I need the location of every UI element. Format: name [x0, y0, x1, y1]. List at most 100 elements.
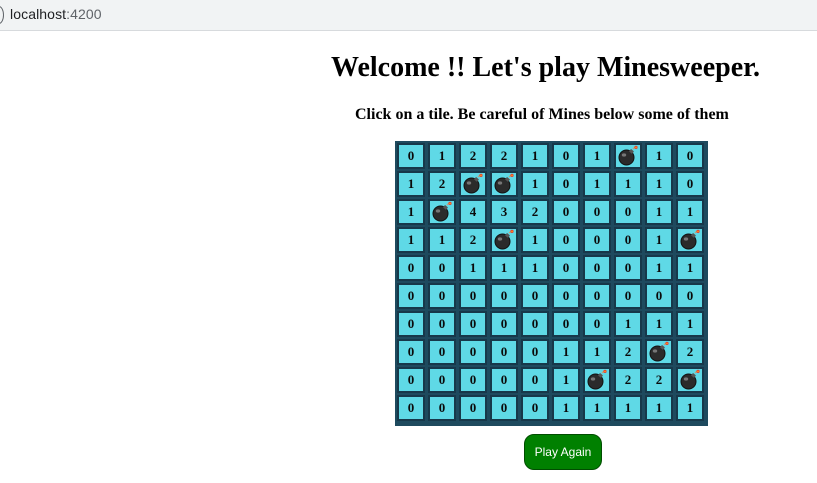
board-tile[interactable]: 0 [676, 143, 704, 169]
board-tile[interactable]: 1 [676, 311, 704, 337]
board-tile[interactable]: 0 [459, 339, 487, 365]
board-tile[interactable]: 1 [521, 143, 549, 169]
board-tile[interactable]: 1 [552, 339, 580, 365]
board-tile[interactable]: 0 [459, 311, 487, 337]
board-tile[interactable]: 1 [552, 395, 580, 421]
board-tile[interactable]: 4 [459, 199, 487, 225]
board-tile[interactable]: 1 [428, 143, 456, 169]
board-tile[interactable]: 0 [428, 283, 456, 309]
board-tile[interactable]: 1 [521, 227, 549, 253]
site-info-icon[interactable] [0, 6, 4, 24]
board-tile[interactable]: 0 [645, 283, 673, 309]
board-tile[interactable]: 2 [459, 227, 487, 253]
board-tile[interactable]: 0 [459, 283, 487, 309]
mine-tile[interactable] [676, 227, 704, 253]
board-tile[interactable]: 0 [428, 339, 456, 365]
mine-tile[interactable] [583, 367, 611, 393]
board-tile[interactable]: 1 [676, 199, 704, 225]
board-tile[interactable]: 0 [397, 395, 425, 421]
board-tile[interactable]: 0 [583, 255, 611, 281]
board-tile[interactable]: 1 [583, 395, 611, 421]
board-tile[interactable]: 0 [490, 311, 518, 337]
board-tile[interactable]: 0 [583, 283, 611, 309]
board-tile[interactable]: 0 [552, 143, 580, 169]
mine-tile[interactable] [490, 171, 518, 197]
board-tile[interactable]: 0 [676, 171, 704, 197]
board-tile[interactable]: 3 [490, 199, 518, 225]
board-tile[interactable]: 0 [614, 199, 642, 225]
board-tile[interactable]: 0 [676, 283, 704, 309]
board-tile[interactable]: 0 [490, 339, 518, 365]
board-tile[interactable]: 0 [521, 395, 549, 421]
board-tile[interactable]: 1 [583, 171, 611, 197]
board-tile[interactable]: 0 [490, 367, 518, 393]
board-tile[interactable]: 1 [583, 339, 611, 365]
board-tile[interactable]: 0 [490, 395, 518, 421]
board-tile[interactable]: 0 [428, 255, 456, 281]
board-tile[interactable]: 0 [521, 339, 549, 365]
board-tile[interactable]: 0 [614, 227, 642, 253]
board-tile[interactable]: 0 [397, 339, 425, 365]
board-tile[interactable]: 1 [614, 171, 642, 197]
board-tile[interactable]: 2 [490, 143, 518, 169]
board-tile[interactable]: 1 [583, 143, 611, 169]
board-tile[interactable]: 2 [459, 143, 487, 169]
board-tile[interactable]: 1 [521, 171, 549, 197]
board-tile[interactable]: 0 [397, 367, 425, 393]
board-tile[interactable]: 1 [645, 395, 673, 421]
board-tile[interactable]: 0 [552, 227, 580, 253]
board-tile[interactable]: 2 [614, 339, 642, 365]
board-tile[interactable]: 1 [490, 255, 518, 281]
board-tile[interactable]: 0 [521, 283, 549, 309]
board-tile[interactable]: 0 [552, 171, 580, 197]
board-tile[interactable]: 2 [614, 367, 642, 393]
board-tile[interactable]: 0 [397, 311, 425, 337]
board-tile[interactable]: 1 [397, 227, 425, 253]
board-tile[interactable]: 2 [521, 199, 549, 225]
board-tile[interactable]: 2 [645, 367, 673, 393]
browser-address-bar[interactable]: localhost:4200 [0, 0, 817, 31]
play-again-button[interactable]: Play Again [524, 434, 602, 470]
board-tile[interactable]: 0 [397, 143, 425, 169]
board-tile[interactable]: 1 [645, 171, 673, 197]
board-tile[interactable]: 0 [552, 199, 580, 225]
board-tile[interactable]: 0 [459, 395, 487, 421]
board-tile[interactable]: 1 [552, 367, 580, 393]
board-tile[interactable]: 1 [645, 227, 673, 253]
board-tile[interactable]: 0 [428, 395, 456, 421]
mine-tile[interactable] [645, 339, 673, 365]
board-tile[interactable]: 0 [552, 255, 580, 281]
mine-tile[interactable] [490, 227, 518, 253]
board-tile[interactable]: 0 [614, 255, 642, 281]
board-tile[interactable]: 1 [428, 227, 456, 253]
board-tile[interactable]: 1 [459, 255, 487, 281]
board-tile[interactable]: 0 [583, 199, 611, 225]
board-tile[interactable]: 1 [614, 311, 642, 337]
board-tile[interactable]: 2 [428, 171, 456, 197]
board-tile[interactable]: 1 [614, 395, 642, 421]
board-tile[interactable]: 1 [521, 255, 549, 281]
board-tile[interactable]: 0 [397, 255, 425, 281]
board-tile[interactable]: 0 [397, 283, 425, 309]
board-tile[interactable]: 0 [428, 367, 456, 393]
address-url[interactable]: localhost:4200 [10, 6, 102, 22]
mine-tile[interactable] [614, 143, 642, 169]
board-tile[interactable]: 0 [552, 311, 580, 337]
board-tile[interactable]: 1 [645, 199, 673, 225]
mine-tile[interactable] [459, 171, 487, 197]
board-tile[interactable]: 0 [521, 311, 549, 337]
board-tile[interactable]: 0 [552, 283, 580, 309]
board-tile[interactable]: 0 [459, 367, 487, 393]
board-tile[interactable]: 0 [428, 311, 456, 337]
board-tile[interactable]: 1 [645, 255, 673, 281]
board-tile[interactable]: 1 [397, 171, 425, 197]
board-tile[interactable]: 0 [583, 311, 611, 337]
board-tile[interactable]: 0 [490, 283, 518, 309]
board-tile[interactable]: 1 [397, 199, 425, 225]
mine-tile[interactable] [676, 367, 704, 393]
board-tile[interactable]: 2 [676, 339, 704, 365]
board-tile[interactable]: 1 [676, 395, 704, 421]
board-tile[interactable]: 1 [645, 143, 673, 169]
mine-tile[interactable] [428, 199, 456, 225]
board-tile[interactable]: 0 [614, 283, 642, 309]
